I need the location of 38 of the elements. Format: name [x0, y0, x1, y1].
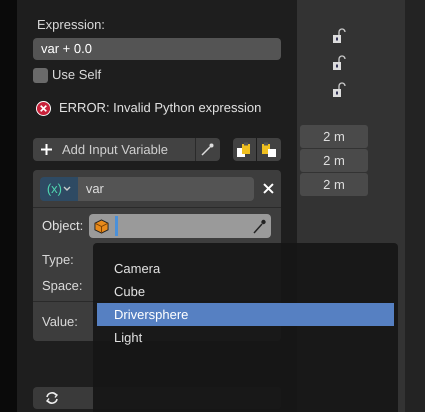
refresh-button[interactable] [33, 387, 71, 409]
error-icon [36, 100, 51, 116]
chevron-icon [62, 186, 71, 192]
expression-field[interactable]: var + 0.0 [33, 38, 281, 60]
paste-button[interactable] [256, 138, 281, 161]
lock-icon[interactable] [332, 28, 346, 44]
menu-item[interactable]: Camera [97, 257, 394, 280]
close-icon[interactable] [263, 183, 274, 194]
text-cursor [115, 216, 118, 236]
value-field[interactable]: 2 m [300, 173, 368, 196]
variable-name-field[interactable]: var [78, 176, 254, 200]
refresh-icon [45, 391, 59, 405]
eyedropper-button[interactable] [195, 138, 220, 161]
cube-icon [94, 218, 110, 234]
type-label: Type: [42, 251, 74, 269]
object-label: Object: [42, 217, 84, 236]
lock-icon[interactable] [332, 55, 346, 71]
value-field[interactable]: 2 m [300, 149, 368, 172]
menu-item[interactable]: Cube [97, 280, 394, 303]
variable-type-dropdown[interactable]: (x) [40, 176, 78, 200]
menu-item[interactable]: Driversphere [97, 303, 394, 326]
plus-icon [41, 144, 52, 155]
expression-label: Expression: [36, 16, 106, 34]
add-input-variable-button[interactable]: Add Input Variable [33, 138, 196, 161]
use-self-label: Use Self [52, 66, 102, 84]
copy-button[interactable] [232, 138, 256, 161]
eyedropper-icon [201, 143, 214, 156]
clipboard-icon [236, 142, 252, 158]
clipboard-icon [260, 142, 277, 158]
menu-item[interactable]: Light [97, 326, 394, 349]
space-label: Space: [42, 276, 82, 295]
object-field[interactable] [89, 214, 272, 238]
eyedropper-icon [253, 218, 266, 234]
error-message: ERROR: Invalid Python expression [59, 99, 262, 118]
use-self-checkbox[interactable] [33, 68, 48, 82]
value-label: Value: [42, 312, 78, 331]
value-field[interactable]: 2 m [300, 125, 368, 148]
lock-icon[interactable] [332, 82, 346, 98]
